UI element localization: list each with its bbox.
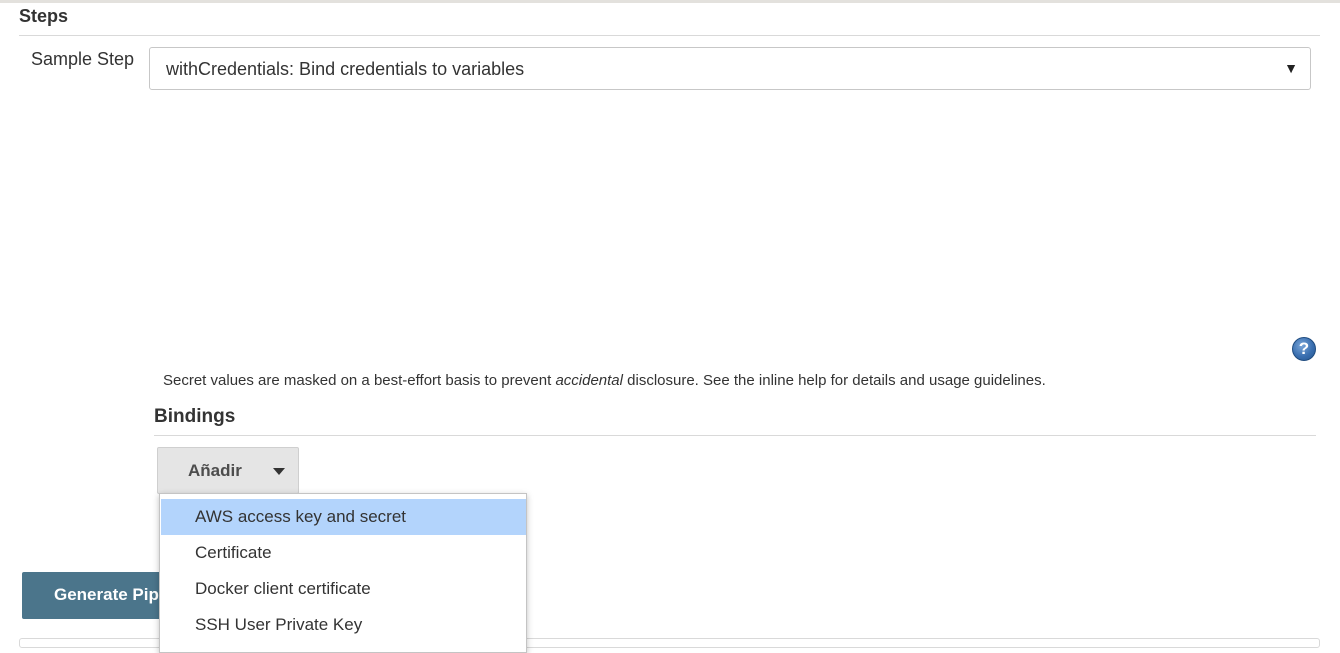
sample-step-selected-value: withCredentials: Bind credentials to var… xyxy=(166,59,525,79)
generate-pipeline-script-button[interactable]: Generate Pipeline Script xyxy=(22,572,251,619)
menu-item-certificate[interactable]: Certificate xyxy=(161,535,526,571)
bindings-heading: Bindings xyxy=(154,406,236,427)
note-text-after: disclosure. See the inline help for deta… xyxy=(622,372,1046,389)
add-binding-menu: AWS access key and secret Certificate Do… xyxy=(159,493,527,653)
sample-step-select[interactable]: withCredentials: Bind credentials to var… xyxy=(149,47,1311,90)
masking-note: Secret values are masked on a best-effor… xyxy=(163,372,1046,389)
menu-item-docker-client-certificate[interactable]: Docker client certificate xyxy=(161,571,526,607)
add-binding-button[interactable]: Añadir xyxy=(157,447,299,494)
note-text-before: Secret values are masked on a best-effor… xyxy=(163,372,556,389)
menu-item-label: Docker client certificate xyxy=(195,579,371,598)
chevron-down-icon: ▼ xyxy=(1284,60,1298,76)
steps-divider xyxy=(19,35,1320,36)
help-icon[interactable]: ? xyxy=(1292,337,1316,361)
note-text-emphasis: accidental xyxy=(555,372,623,389)
add-binding-label: Añadir xyxy=(188,461,242,480)
menu-item-label: SSH User Private Key xyxy=(195,615,363,634)
steps-heading: Steps xyxy=(19,6,69,26)
sample-step-label: Sample Step xyxy=(31,49,135,69)
top-border xyxy=(0,0,1340,3)
menu-item-aws-access-key[interactable]: AWS access key and secret xyxy=(161,499,526,535)
caret-down-icon xyxy=(273,468,285,475)
menu-item-label: AWS access key and secret xyxy=(195,507,407,526)
bindings-divider xyxy=(154,435,1316,436)
menu-item-ssh-user-private-key[interactable]: SSH User Private Key xyxy=(161,607,526,643)
menu-item-label: Certificate xyxy=(195,543,272,562)
